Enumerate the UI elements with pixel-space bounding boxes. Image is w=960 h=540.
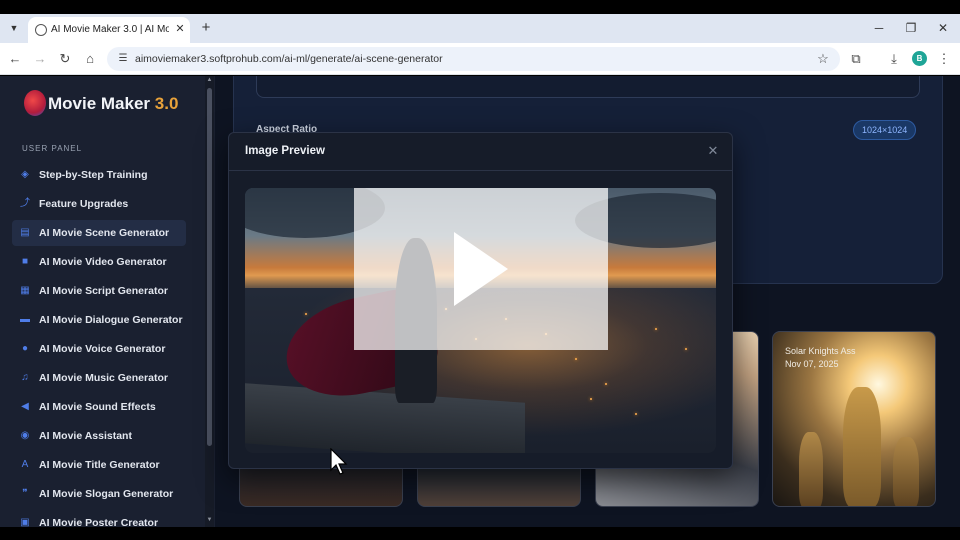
download-icon[interactable]: ⤓ xyxy=(884,49,904,69)
city-light xyxy=(575,358,577,360)
scene-icon: ▤ xyxy=(20,227,30,238)
sidebar-item-script-generator[interactable]: ▦ AI Movie Script Generator xyxy=(12,278,186,304)
mic-icon: ● xyxy=(21,343,29,354)
quote-icon: ❞ xyxy=(22,488,28,499)
sidebar-item-label: Step-by-Step Training xyxy=(39,169,148,181)
training-icon: ◈ xyxy=(21,169,29,180)
sidebar-item-poster-creator[interactable]: ▣ AI Movie Poster Creator xyxy=(12,510,186,527)
city-light xyxy=(590,398,592,400)
sidebar-item-scene-generator[interactable]: ▤ AI Movie Scene Generator xyxy=(12,220,186,246)
browser-tabstrip: ▼ AI Movie Maker 3.0 | AI Movie ✕ + ─ ❐ … xyxy=(0,14,960,43)
window-close-icon[interactable]: ✕ xyxy=(933,19,953,37)
browser-toolbar: ← → ↻ ⌂ ☰ aimoviemaker3.softprohub.com/a… xyxy=(0,43,960,75)
sidebar-item-label: AI Movie Scene Generator xyxy=(39,227,170,239)
sidebar-item-slogan-generator[interactable]: ❞ AI Movie Slogan Generator xyxy=(12,481,186,507)
profile-avatar[interactable]: B xyxy=(912,51,927,66)
knight-figure xyxy=(893,437,919,506)
preview-image[interactable] xyxy=(245,188,716,453)
logo-version: 3.0 xyxy=(154,94,179,113)
tab-search-chevron-icon[interactable]: ▼ xyxy=(6,20,22,36)
prompt-textarea[interactable] xyxy=(256,76,920,98)
sidebar-item-assistant[interactable]: ◉ AI Movie Assistant xyxy=(12,423,186,449)
logo-mark-icon xyxy=(24,90,46,116)
scrollbar-thumb[interactable] xyxy=(207,88,212,446)
top-letterbox xyxy=(0,0,960,14)
sidebar-item-label: AI Movie Assistant xyxy=(39,430,132,442)
play-icon[interactable] xyxy=(454,232,508,306)
upgrade-icon: ⤴ xyxy=(20,198,30,209)
menu-kebab-icon[interactable]: ⋮ xyxy=(934,49,954,69)
panel-section-label: USER PANEL xyxy=(22,144,83,153)
gallery-card-title: Solar Knights Ass xyxy=(785,346,856,356)
script-icon: ▦ xyxy=(20,285,30,296)
app-root: Movie Maker 3.0 USER PANEL ◈ Step-by-Ste… xyxy=(0,76,960,527)
gallery-card-date: Nov 07, 2025 xyxy=(785,359,839,369)
city-light xyxy=(685,348,687,350)
site-info-icon[interactable]: ☰ xyxy=(115,51,131,67)
city-light xyxy=(635,413,637,415)
modal-title: Image Preview xyxy=(245,145,325,157)
sidebar-item-label: AI Movie Music Generator xyxy=(39,372,168,384)
city-light xyxy=(655,328,657,330)
minimize-icon[interactable]: ─ xyxy=(869,19,889,37)
sidebar-item-label: AI Movie Dialogue Generator xyxy=(39,314,183,326)
tab-title: AI Movie Maker 3.0 | AI Movie xyxy=(51,24,169,35)
city-light xyxy=(605,383,607,385)
sidebar-item-dialogue-generator[interactable]: ▬ AI Movie Dialogue Generator xyxy=(12,307,186,333)
knight-figure xyxy=(843,387,881,506)
extensions-icon[interactable]: ⧉ xyxy=(846,49,866,69)
sidebar-item-label: AI Movie Script Generator xyxy=(39,285,168,297)
dialogue-icon: ▬ xyxy=(20,314,30,325)
globe-icon xyxy=(35,24,47,36)
sidebar-item-upgrades[interactable]: ⤴ Feature Upgrades xyxy=(12,191,186,217)
modal-header: Image Preview ✕ xyxy=(229,133,732,171)
browser-tab[interactable]: AI Movie Maker 3.0 | AI Movie ✕ xyxy=(28,17,190,43)
bottom-letterbox xyxy=(0,527,960,540)
sidebar-scrollbar[interactable]: ▲ ▼ xyxy=(205,76,214,527)
logo[interactable]: Movie Maker 3.0 xyxy=(24,88,184,118)
back-arrow-icon[interactable]: ← xyxy=(5,49,25,69)
reload-icon[interactable]: ↻ xyxy=(55,49,75,69)
sidebar: Movie Maker 3.0 USER PANEL ◈ Step-by-Ste… xyxy=(0,76,215,527)
gallery-card[interactable]: Solar Knights Ass Nov 07, 2025 xyxy=(772,331,936,507)
forward-arrow-icon[interactable]: → xyxy=(30,49,50,69)
sidebar-item-label: AI Movie Video Generator xyxy=(39,256,167,268)
sidebar-item-label: Feature Upgrades xyxy=(39,198,129,210)
close-icon[interactable]: ✕ xyxy=(705,143,721,159)
sidebar-item-voice-generator[interactable]: ● AI Movie Voice Generator xyxy=(12,336,186,362)
sidebar-item-video-generator[interactable]: ■ AI Movie Video Generator xyxy=(12,249,186,275)
music-icon: ♫ xyxy=(21,372,29,383)
title-icon: A xyxy=(21,459,29,470)
scroll-down-arrow-icon[interactable]: ▼ xyxy=(205,516,214,525)
url-text[interactable]: aimoviemaker3.softprohub.com/ai-ml/gener… xyxy=(135,53,443,65)
address-bar[interactable]: ☰ aimoviemaker3.softprohub.com/ai-ml/gen… xyxy=(107,47,840,71)
home-icon[interactable]: ⌂ xyxy=(80,49,100,69)
sidebar-item-label: AI Movie Poster Creator xyxy=(39,517,159,527)
sidebar-item-label: AI Movie Title Generator xyxy=(39,459,160,471)
video-icon: ■ xyxy=(21,256,29,267)
aspect-ratio-badge[interactable]: 1024×1024 xyxy=(853,120,917,140)
assistant-icon: ◉ xyxy=(20,430,30,441)
logo-text: Movie Maker 3.0 xyxy=(48,94,179,113)
sidebar-item-sound-effects[interactable]: ◀ AI Movie Sound Effects xyxy=(12,394,186,420)
restore-icon[interactable]: ❐ xyxy=(901,19,921,37)
video-play-overlay[interactable] xyxy=(354,188,608,350)
city-light xyxy=(305,313,307,315)
sidebar-item-title-generator[interactable]: A AI Movie Title Generator xyxy=(12,452,186,478)
poster-icon: ▣ xyxy=(20,517,30,527)
scroll-up-arrow-icon[interactable]: ▲ xyxy=(205,76,214,85)
image-preview-modal: Image Preview ✕ xyxy=(228,132,733,469)
knight-figure xyxy=(799,432,823,506)
speaker-icon: ◀ xyxy=(21,401,29,412)
sidebar-item-label: AI Movie Sound Effects xyxy=(39,401,156,413)
sidebar-item-label: AI Movie Slogan Generator xyxy=(39,488,174,500)
tab-close-icon[interactable]: ✕ xyxy=(173,22,187,36)
new-tab-plus-icon[interactable]: + xyxy=(197,19,215,37)
sidebar-item-music-generator[interactable]: ♫ AI Movie Music Generator xyxy=(12,365,186,391)
bookmark-star-icon[interactable]: ☆ xyxy=(814,50,832,68)
sidebar-item-training[interactable]: ◈ Step-by-Step Training xyxy=(12,162,186,188)
sidebar-item-label: AI Movie Voice Generator xyxy=(39,343,166,355)
